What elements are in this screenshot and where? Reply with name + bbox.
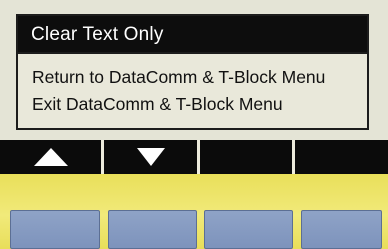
up-arrow-icon bbox=[33, 148, 68, 166]
menu-item-return[interactable]: Return to DataComm & T-Block Menu bbox=[32, 66, 325, 88]
lcd-screen: Clear Text Only Return to DataComm & T-B… bbox=[0, 0, 388, 140]
softkey-label-up bbox=[0, 140, 101, 174]
down-arrow-icon bbox=[136, 148, 165, 166]
softkey-button-3[interactable] bbox=[204, 210, 293, 249]
softkey-label-3 bbox=[197, 140, 292, 174]
softkey-label-down bbox=[101, 140, 197, 174]
softkey-button-2[interactable] bbox=[108, 210, 197, 249]
menu-window: Clear Text Only Return to DataComm & T-B… bbox=[16, 14, 369, 130]
menu-item-exit[interactable]: Exit DataComm & T-Block Menu bbox=[32, 93, 283, 115]
title-bar: Clear Text Only bbox=[18, 16, 367, 54]
device-panel: Clear Text Only Return to DataComm & T-B… bbox=[0, 0, 388, 249]
button-panel bbox=[0, 174, 388, 249]
screen-title: Clear Text Only bbox=[31, 24, 164, 45]
softkey-button-4[interactable] bbox=[301, 210, 382, 249]
softkey-label-4 bbox=[292, 140, 388, 174]
softkey-button-1[interactable] bbox=[10, 210, 100, 249]
softkey-label-strip bbox=[0, 140, 388, 174]
